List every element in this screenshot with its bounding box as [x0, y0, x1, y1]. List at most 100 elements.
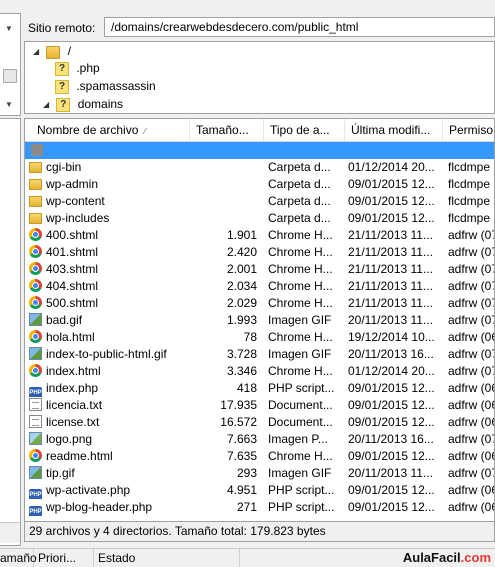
parent-directory-row[interactable] — [25, 142, 494, 159]
tree-node-php[interactable]: ? .php — [55, 59, 100, 77]
file-type-cell: Chrome H... — [268, 261, 344, 278]
file-row[interactable]: PHP index.php 418 PHP script... 09/01/2015 1… — [25, 380, 495, 397]
cell-text: 17.935 — [220, 398, 257, 412]
cell-text: Document... — [268, 398, 333, 412]
expand-triangle-icon[interactable]: ◢ — [33, 43, 43, 61]
cell-text: adfrw (07 — [448, 228, 495, 242]
cell-text: 401.shtml — [46, 245, 99, 259]
file-row[interactable]: 401.shtml 2.420 Chrome H... 21/11/2013 11..… — [25, 244, 494, 261]
file-type-cell: Chrome H... — [268, 244, 344, 261]
column-header-type[interactable]: Tipo de a... — [264, 119, 345, 141]
cell-text: 7.635 — [226, 449, 257, 463]
cell-text: PHP script... — [268, 381, 335, 395]
unknown-folder-icon: ? — [55, 61, 69, 76]
folder-icon — [29, 196, 42, 207]
cell-text: 404.shtml — [46, 279, 99, 293]
file-row[interactable]: readme.html 7.635 Chrome H... 09/01/2015 12… — [25, 448, 494, 465]
file-name-cell: 403.shtml — [29, 261, 189, 278]
cell-text: 7.663 — [226, 432, 257, 446]
cell-text: 21/11/2013 11... — [348, 296, 433, 310]
queue-column-priority[interactable]: Priori... — [34, 549, 94, 567]
folder-icon — [46, 45, 61, 59]
queue-column-size[interactable]: amaño — [0, 549, 37, 567]
cell-text: 20/11/2013 16... — [348, 432, 434, 446]
file-size-cell: 1.901 — [189, 227, 257, 244]
cell-text: Chrome H... — [268, 262, 333, 276]
file-type-cell: Carpeta d... — [268, 210, 344, 227]
tree-node-root[interactable]: ◢ / — [33, 42, 71, 60]
file-size-cell: 7.635 — [189, 448, 257, 465]
aulafacil-logo: AulaFacil.com — [402, 550, 491, 565]
file-row[interactable]: logo.png 7.663 Imagen P... 20/11/2013 16...… — [25, 431, 494, 448]
file-name-cell: PHP wp-activate.php — [29, 482, 189, 499]
local-tree-pane[interactable]: ▼ ▼ — [0, 13, 21, 116]
file-row[interactable]: index-to-public-html.gif 3.728 Imagen GIF 2… — [25, 346, 495, 363]
cell-text: wp-blog-header.php — [46, 500, 153, 514]
file-type-cell: Carpeta d... — [268, 193, 344, 210]
cell-text: Imagen GIF — [268, 347, 332, 361]
tree-node-spamassassin[interactable]: ? .spamassassin — [55, 77, 156, 95]
file-row[interactable]: 500.shtml 2.029 Chrome H... 21/11/2013 11..… — [25, 295, 495, 312]
file-row[interactable]: 400.shtml 1.901 Chrome H... 21/11/2013 11..… — [25, 227, 495, 244]
file-row[interactable]: hola.html 78 Chrome H... 19/12/2014 10... ad… — [25, 329, 494, 346]
file-row[interactable]: cgi-bin Carpeta d... 01/12/2014 20... flcdm… — [25, 159, 494, 176]
local-file-pane[interactable] — [0, 118, 21, 546]
cell-text: 2.029 — [226, 296, 257, 310]
queue-column-status[interactable]: Estado — [94, 549, 240, 567]
scrollbar-thumb[interactable] — [3, 69, 17, 83]
file-permissions-cell: adfrw (07 — [448, 346, 495, 363]
php-file-icon: PHP — [29, 506, 42, 516]
cell-text: adfrw (07 — [448, 347, 495, 361]
file-row[interactable]: licencia.txt 17.935 Document... 09/01/2015 … — [25, 397, 494, 414]
cell-text: flcdmpe — [448, 160, 491, 174]
file-row[interactable]: index.html 3.346 Chrome H... 01/12/2014 20.… — [25, 363, 494, 380]
file-name-cell: cgi-bin — [29, 159, 189, 176]
column-header-name[interactable]: Nombre de archivo ⁄ — [25, 119, 190, 141]
file-row[interactable]: 403.shtml 2.001 Chrome H... 21/11/2013 11..… — [25, 261, 495, 278]
scroll-down-arrow-icon[interactable]: ▼ — [5, 100, 13, 109]
tree-node-domains[interactable]: ◢ ? domains — [43, 95, 123, 113]
column-header-permissions[interactable]: Permiso — [443, 119, 494, 141]
remote-directory-tree[interactable]: ◢ / ? .php ? .spamassassin ◢ ? domains — [24, 41, 495, 114]
cell-text: index-to-public-html.gif — [46, 347, 167, 361]
cell-text: 01/12/2014 20... — [348, 364, 435, 378]
file-type-cell: Imagen GIF — [268, 346, 344, 363]
file-modified-cell: 09/01/2015 12... — [348, 448, 444, 465]
cell-text: adfrw (07 — [448, 279, 495, 293]
file-name-cell: tip.gif — [29, 465, 189, 482]
file-permissions-cell: adfrw (06 — [448, 448, 494, 465]
file-row[interactable]: wp-includes Carpeta d... 09/01/2015 12... f… — [25, 210, 494, 227]
file-type-cell: Chrome H... — [268, 363, 344, 380]
cell-text: wp-content — [46, 194, 105, 208]
file-row[interactable]: 404.shtml 2.034 Chrome H... 21/11/2013 11..… — [25, 278, 495, 295]
remote-path-input[interactable]: /domains/crearwebdesdecero.com/public_ht… — [104, 17, 495, 37]
file-size-cell: 4.951 — [189, 482, 257, 499]
expand-triangle-icon[interactable]: ◢ — [43, 96, 53, 114]
file-name-cell: license.txt — [29, 414, 189, 431]
column-header-size[interactable]: Tamaño... — [190, 119, 264, 141]
remote-file-list[interactable]: Nombre de archivo ⁄ Tamaño... Tipo de a..… — [24, 118, 495, 522]
file-row[interactable]: wp-content Carpeta d... 09/01/2015 12... fl… — [25, 193, 494, 210]
file-row[interactable]: bad.gif 1.993 Imagen GIF 20/11/2013 11... ad… — [25, 312, 495, 329]
column-header-modified[interactable]: Última modifi... — [345, 119, 443, 141]
local-status-bar — [0, 522, 20, 543]
cell-text: wp-admin — [46, 177, 99, 191]
cell-text: adfrw (07 — [448, 296, 495, 310]
file-row[interactable]: wp-admin Carpeta d... 09/01/2015 12... flcd… — [25, 176, 494, 193]
file-size-cell — [189, 176, 257, 193]
cell-text: adfrw (06 — [448, 381, 495, 395]
cell-text: bad.gif — [46, 313, 83, 327]
cell-text: Carpeta d... — [268, 160, 331, 174]
file-row[interactable]: tip.gif 293 Imagen GIF 20/11/2013 11... adfr… — [25, 465, 494, 482]
scroll-up-arrow-icon[interactable]: ▼ — [5, 24, 13, 33]
file-row[interactable]: PHP wp-activate.php 4.951 PHP script... 09/0… — [25, 482, 494, 499]
cell-text: adfrw (07 — [448, 262, 495, 276]
file-type-cell: PHP script... — [268, 499, 344, 516]
file-row[interactable]: license.txt 16.572 Document... 09/01/2015 1… — [25, 414, 494, 431]
cell-text: adfrw (07 — [448, 313, 495, 327]
cell-text: flcdmpe — [448, 211, 491, 225]
cell-text: adfrw (06 — [448, 500, 495, 514]
file-row[interactable]: PHP wp-blog-header.php 271 PHP script... 09/… — [25, 499, 495, 516]
file-modified-cell: 01/12/2014 20... — [348, 159, 444, 176]
cell-text: Imagen GIF — [268, 466, 332, 480]
